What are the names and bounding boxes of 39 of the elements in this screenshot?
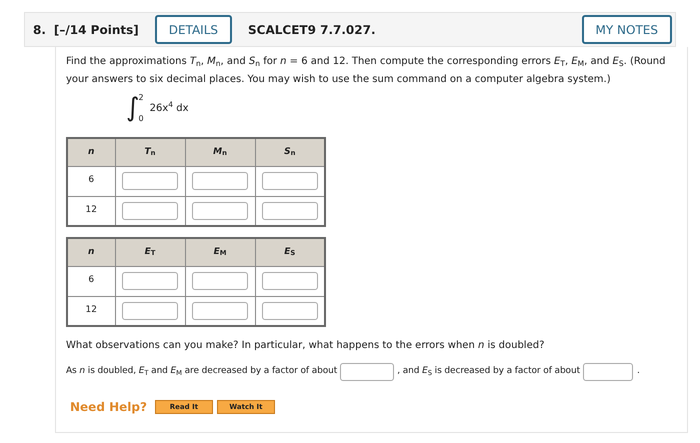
answer-field[interactable] (262, 202, 318, 220)
column-header: M$_{n}$ (185, 138, 255, 166)
problem-id: SCALCET9 7.7.027. (248, 22, 376, 38)
answer-field[interactable] (340, 363, 394, 381)
column-header: n (67, 138, 115, 166)
answer-field[interactable] (192, 202, 248, 220)
answer-field[interactable] (262, 172, 318, 190)
answer-field[interactable] (262, 302, 318, 320)
answer-field[interactable] (583, 363, 633, 381)
upper-limit: 2 (138, 93, 144, 102)
answer-field[interactable] (192, 302, 248, 320)
points-label: [–/14 Points] (54, 22, 139, 38)
n-cell: 6 (67, 166, 115, 196)
answer-field[interactable] (192, 272, 248, 290)
answer-text: . (637, 365, 640, 378)
column-header: S$_{n}$ (255, 138, 325, 166)
answer-text: As n is doubled, E$_{T}$ and E$_{M}$ are decreased by a factor of about (66, 365, 338, 379)
answer-field[interactable] (122, 272, 178, 290)
my-notes-button[interactable]: MY NOTES (582, 15, 672, 44)
n-cell: 6 (67, 266, 115, 296)
details-button[interactable]: DETAILS (154, 15, 232, 44)
question-text: What observations can you make? In particular, what happens to the errors when n is doubled? (66, 339, 546, 353)
answer-field[interactable] (192, 172, 248, 190)
instructions-text: Find the approximations T$_{n}$, M$_{n}$, and S$_{n}$ for n = 6 and 12. Then compute the corresponding errors E$_{T}$, E$_{M}$, and E$_{S}$. (Round your answers to six decimal places. You may wish to use the sum command on a computer algebra system.) (66, 55, 666, 87)
integrand: 26x$^{4}$ dx (150, 101, 189, 116)
answer-field[interactable] (122, 302, 178, 320)
answer-field[interactable] (122, 202, 178, 220)
need-help-label: Need Help? (70, 399, 147, 416)
question-number: 8. (33, 22, 46, 38)
column-header: E$_{S}$ (255, 238, 325, 266)
integral-sign: ∫ (126, 93, 140, 123)
answer-field[interactable] (262, 272, 318, 290)
column-header: T$_{n}$ (115, 138, 185, 166)
answer-text: , and E$_{S}$ is decreased by a factor of about (397, 365, 580, 379)
column-header: E$_{M}$ (185, 238, 255, 266)
column-header: n (67, 238, 115, 266)
column-header: E$_{T}$ (115, 238, 185, 266)
answer-field[interactable] (122, 172, 178, 190)
lower-limit: 0 (138, 114, 144, 123)
